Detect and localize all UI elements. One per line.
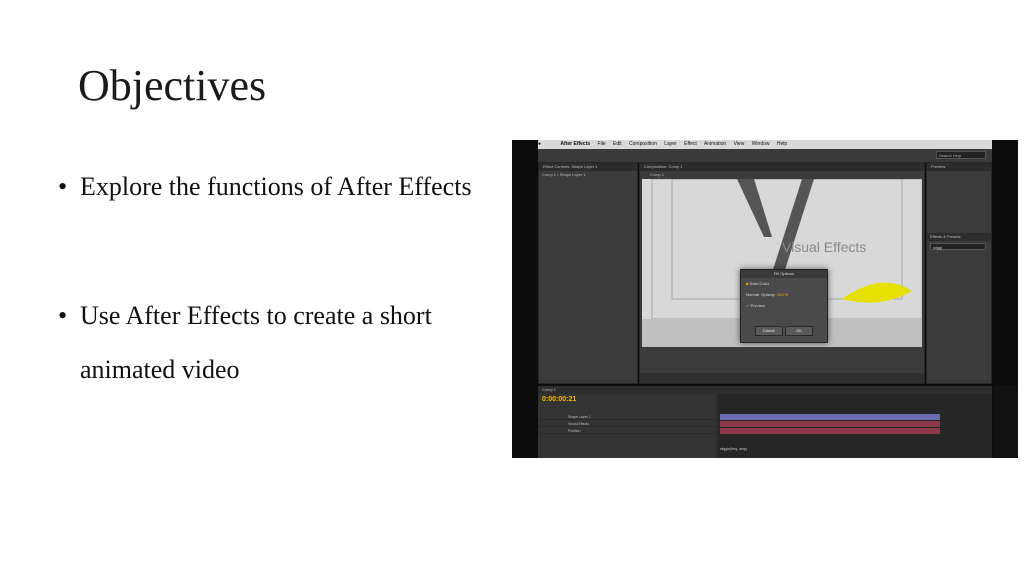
composition-viewer: Visual Effects Fill Options ■ Solid Colo… — [642, 179, 922, 347]
dialog-fill-row: ■ Solid Color — [741, 278, 827, 289]
fill-type-icon: ■ — [746, 281, 749, 286]
right-panels: Preview Effects & Presets wiggl — [926, 162, 992, 384]
menu-animation: Animation — [703, 141, 727, 147]
timeline-tracks: wiggle(freq, amp) — [718, 394, 992, 458]
preview-tab[interactable]: Preview — [927, 163, 991, 171]
menu-view: View — [733, 141, 745, 147]
layer-list: 0:00:00:21 Shape Layer 1 Visual Effects … — [538, 394, 716, 458]
menu-app-name: After Effects — [560, 141, 591, 147]
panel-tab: Effect Controls: Shape Layer 1 — [539, 163, 637, 171]
layer-row[interactable]: Position — [538, 428, 716, 434]
dialog-preview-row[interactable]: ✓ Preview — [741, 300, 827, 311]
dialog-title: Fill Options — [741, 270, 827, 278]
effects-search-input[interactable]: wiggl — [930, 243, 986, 250]
ok-button[interactable]: OK — [785, 326, 813, 336]
tools-bar: Search Help — [538, 149, 992, 163]
panel-tab: Composition: Comp 1 — [640, 163, 924, 171]
bullet-text: Explore the functions of After Effects — [80, 172, 472, 201]
panel-subtab: Comp 1 — [650, 172, 665, 177]
bullet-marker: • — [58, 301, 68, 330]
expression-text: wiggle(freq, amp) — [720, 447, 748, 451]
bullet-marker: • — [58, 172, 68, 201]
effects-presets-tab[interactable]: Effects & Presets — [927, 233, 991, 241]
fill-label: Solid Color — [749, 281, 770, 286]
menu-composition: Composition — [629, 141, 657, 147]
search-help-field: Search Help — [936, 151, 986, 159]
opacity-value[interactable]: 100 % — [777, 292, 788, 297]
bullet-list: • Explore the functions of After Effects… — [56, 160, 496, 472]
apple-icon: ● — [538, 141, 542, 147]
preview-label: Preview — [750, 303, 765, 308]
slide-title: Objectives — [78, 61, 267, 110]
viewer-title-text: Visual Effects — [782, 239, 867, 255]
dialog-mode-row: Normal Opacity: 100 % — [741, 289, 827, 300]
panel-subtab: Comp 1 • Shape Layer 1 — [542, 172, 586, 177]
menu-file: File — [597, 141, 606, 147]
mac-menubar: ● After Effects File Edit Composition La… — [538, 140, 992, 149]
timeline-tab[interactable]: Comp 1 — [538, 386, 992, 394]
opacity-label: Opacity: — [761, 292, 776, 297]
menu-effect: Effect — [684, 141, 697, 147]
viewer-controls-bar — [640, 373, 924, 383]
cancel-button[interactable]: Cancel — [755, 326, 783, 336]
timeline-side-panel — [993, 385, 1018, 458]
composition-panel: Composition: Comp 1 Comp 1 Visual Effect… — [639, 162, 925, 384]
layer-bar[interactable] — [720, 421, 940, 427]
layer-row[interactable]: Visual Effects — [538, 421, 716, 427]
menu-layer: Layer — [664, 141, 677, 147]
effect-controls-panel: Effect Controls: Shape Layer 1 Comp 1 • … — [538, 162, 638, 384]
fill-options-dialog: Fill Options ■ Solid Color Normal Opacit… — [740, 269, 828, 343]
blend-mode-select[interactable]: Normal — [746, 292, 759, 297]
menu-edit: Edit — [613, 141, 622, 147]
timeline-panel: Comp 1 0:00:00:21 Shape Layer 1 Visual E… — [538, 385, 992, 458]
layer-bar[interactable] — [720, 428, 940, 434]
menu-window: Window — [751, 141, 770, 147]
bullet-item: • Use After Effects to create a short an… — [56, 289, 496, 397]
bullet-item: • Explore the functions of After Effects — [56, 160, 496, 214]
bullet-text: Use After Effects to create a short anim… — [80, 301, 432, 384]
checkbox-icon[interactable]: ✓ — [746, 303, 749, 308]
menu-help: Help — [776, 141, 788, 147]
layer-row[interactable]: Shape Layer 1 — [538, 414, 716, 420]
timecode-display[interactable]: 0:00:00:21 — [542, 396, 576, 403]
after-effects-screenshot: ● After Effects File Edit Composition La… — [512, 140, 1018, 458]
layer-bar[interactable] — [720, 414, 940, 420]
